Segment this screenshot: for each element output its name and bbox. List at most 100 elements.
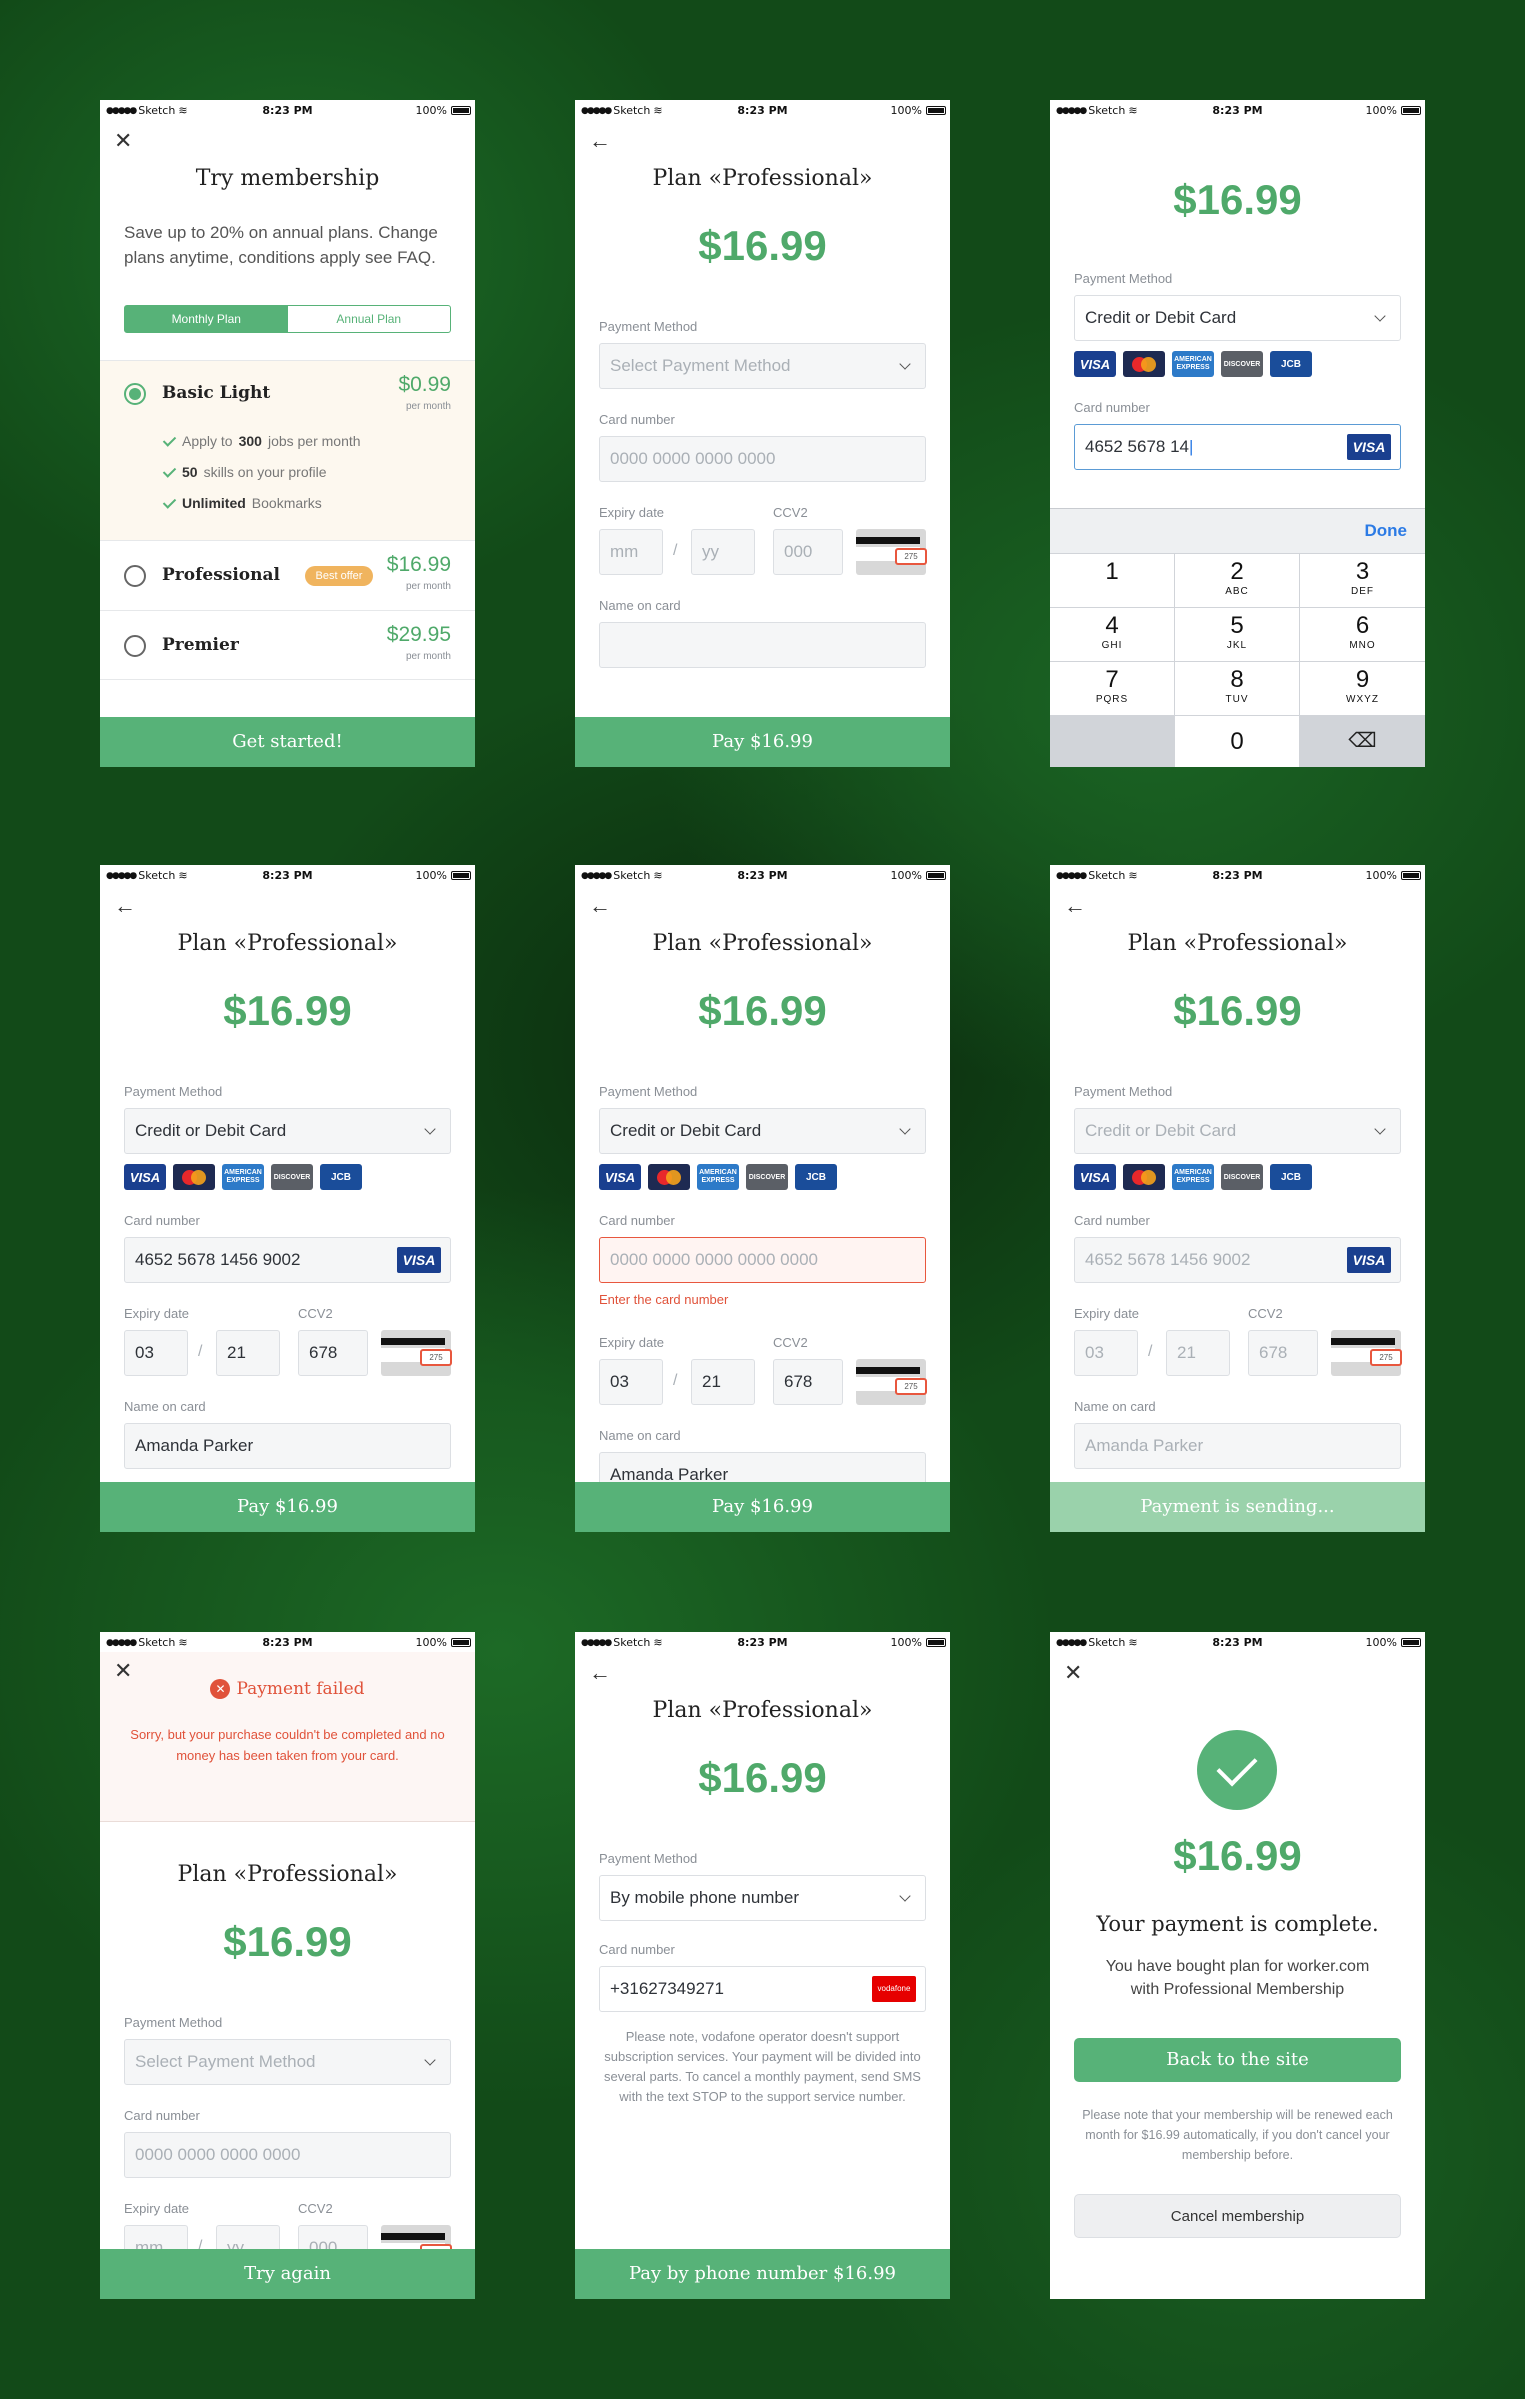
- radio-basic-light[interactable]: [124, 383, 146, 405]
- battery-icon: [1401, 106, 1421, 115]
- name-on-card-input[interactable]: Amanda Parker: [124, 1423, 451, 1469]
- payment-method-label: Payment Method: [124, 2015, 223, 2030]
- key-0[interactable]: 0: [1175, 716, 1299, 767]
- screen-card-entry-keyboard: Plan «Professional» ●●●●●Sketch≋8:23 PM1…: [1050, 100, 1425, 767]
- best-offer-badge: Best offer: [305, 566, 373, 586]
- payment-method-select[interactable]: Credit or Debit Card: [124, 1108, 451, 1154]
- pay-button[interactable]: Pay $16.99: [100, 1482, 475, 1532]
- card-back-icon: 275: [856, 529, 927, 575]
- screen-card-filled: ●●●●● Sketch ≋ 8:23 PM 100% ← Plan «Professi…: [100, 865, 475, 1532]
- card-number-label: Card number: [124, 2108, 200, 2123]
- membership-description: Save up to 20% on annual plans. Change p…: [124, 223, 438, 267]
- payment-method-select[interactable]: Select Payment Method: [599, 343, 926, 389]
- date-separator: /: [673, 542, 678, 559]
- expiry-label: Expiry date: [1074, 1306, 1140, 1321]
- key-4[interactable]: 4 GHI: [1050, 608, 1174, 661]
- done-button[interactable]: Done: [1365, 521, 1408, 541]
- key-1[interactable]: 1: [1050, 554, 1174, 607]
- card-back-icon: 275: [381, 1330, 452, 1376]
- key-3[interactable]: 3 DEF: [1300, 554, 1425, 607]
- close-icon[interactable]: ✕: [1064, 1660, 1090, 1686]
- status-bar: ●●●●● Sketch ≋ 8:23 PM 100%: [100, 1632, 475, 1652]
- screen-try-membership: ●●●●● Sketch ≋ 8:23 PM 100% ✕ Try membership…: [100, 100, 475, 767]
- card-number-label: Card number: [599, 1942, 675, 1957]
- expiry-year-input[interactable]: 21: [691, 1359, 755, 1405]
- expiry-year-input[interactable]: yy: [691, 529, 755, 575]
- plan-basic-light[interactable]: Basic Light $0.99 per month Apply to 300 j…: [100, 360, 475, 540]
- back-arrow-icon[interactable]: ←: [589, 1660, 615, 1686]
- back-arrow-icon[interactable]: ←: [589, 128, 615, 154]
- screen-card-error: ●●●●● Sketch ≋ 8:23 PM 100% ← Plan «Professi…: [575, 865, 950, 1532]
- plan-period-toggle: Monthly Plan Annual Plan: [124, 305, 451, 333]
- ccv-label: CCV2: [298, 2201, 333, 2216]
- page-title: Plan «Professional»: [177, 931, 398, 956]
- plan-price: $16.99: [223, 987, 352, 1034]
- ccv-input: 678: [1248, 1330, 1318, 1376]
- key-9[interactable]: 9 WXYZ: [1300, 662, 1425, 715]
- name-on-card-input[interactable]: [599, 622, 926, 668]
- backspace-icon[interactable]: ⌫: [1300, 716, 1425, 767]
- tab-monthly-plan[interactable]: Monthly Plan: [125, 306, 288, 332]
- payment-method-select[interactable]: By mobile phone number: [599, 1875, 926, 1921]
- payment-method-select[interactable]: Select Payment Method: [124, 2039, 451, 2085]
- back-arrow-icon[interactable]: ←: [114, 893, 140, 919]
- key-6[interactable]: 6 MNO: [1300, 608, 1425, 661]
- back-to-site-button[interactable]: Back to the site: [1074, 2038, 1401, 2082]
- status-bar: ●●●●● Sketch ≋ 8:23 PM 100%: [100, 100, 475, 120]
- close-icon[interactable]: ✕: [114, 1658, 140, 1684]
- expiry-label: Expiry date: [599, 1335, 665, 1350]
- mastercard-icon: [1123, 1164, 1165, 1190]
- back-arrow-icon[interactable]: ←: [589, 893, 615, 919]
- vodafone-note: Please note, vodafone operator doesn't s…: [604, 2029, 921, 2104]
- pay-button[interactable]: Pay $16.99: [575, 1482, 950, 1532]
- payment-method-label: Payment Method: [599, 319, 698, 334]
- expiry-year-input[interactable]: 21: [216, 1330, 280, 1376]
- radio-professional[interactable]: [124, 565, 146, 587]
- radio-premier[interactable]: [124, 635, 146, 657]
- tab-annual-plan[interactable]: Annual Plan: [288, 306, 451, 332]
- plan-professional[interactable]: Professional Best offer $16.99 per month: [100, 540, 475, 610]
- pay-button[interactable]: Pay $16.99: [575, 717, 950, 767]
- key-8[interactable]: 8 TUV: [1175, 662, 1299, 715]
- ccv-input[interactable]: 000: [773, 529, 843, 575]
- expiry-month-input[interactable]: mm: [599, 529, 663, 575]
- cancel-membership-button[interactable]: Cancel membership: [1074, 2194, 1401, 2238]
- back-arrow-icon[interactable]: ←: [1064, 893, 1090, 919]
- card-number-input[interactable]: 0000 0000 0000 0000: [124, 2132, 451, 2178]
- page-title: Plan «Professional»: [652, 931, 873, 956]
- ccv-input[interactable]: 678: [773, 1359, 843, 1405]
- card-back-icon: 275: [856, 1359, 927, 1405]
- payment-method-label: Payment Method: [599, 1084, 698, 1099]
- page-title: Try membership: [195, 166, 380, 191]
- plan-price: $16.99: [1173, 1832, 1302, 1879]
- amex-icon: AMERICAN EXPRESS: [222, 1164, 264, 1190]
- purchase-description: You have bought plan for worker.com with…: [1105, 1958, 1370, 1998]
- plan-premier[interactable]: Premier $29.95 per month: [100, 610, 475, 680]
- close-icon[interactable]: ✕: [114, 128, 140, 154]
- key-5[interactable]: 5 JKL: [1175, 608, 1299, 661]
- key-7[interactable]: 7 PQRS: [1050, 662, 1174, 715]
- success-check-icon: [1197, 1730, 1277, 1810]
- card-number-input[interactable]: 0000 0000 0000 0000 0000: [599, 1237, 926, 1283]
- expiry-month-input[interactable]: 03: [124, 1330, 188, 1376]
- ccv-input[interactable]: 678: [298, 1330, 368, 1376]
- key-2[interactable]: 2 ABC: [1175, 554, 1299, 607]
- error-icon: ✕: [210, 1679, 231, 1699]
- payment-method-label: Payment Method: [1074, 271, 1173, 286]
- payment-method-select[interactable]: Credit or Debit Card: [599, 1108, 926, 1154]
- get-started-button[interactable]: Get started!: [100, 717, 475, 767]
- try-again-button[interactable]: Try again: [100, 2249, 475, 2299]
- card-number-input[interactable]: 0000 0000 0000 0000: [599, 436, 926, 482]
- visa-icon: VISA: [1074, 351, 1116, 377]
- plan-price: $16.99: [1173, 987, 1302, 1034]
- expiry-month-input[interactable]: 03: [599, 1359, 663, 1405]
- pay-by-phone-button[interactable]: Pay by phone number $16.99: [575, 2249, 950, 2299]
- visa-icon: VISA: [1074, 1164, 1116, 1190]
- discover-icon: DISCOVER: [1221, 1164, 1263, 1190]
- check-icon: [162, 496, 176, 510]
- payment-method-select[interactable]: Credit or Debit Card: [1074, 295, 1401, 341]
- error-banner: ✕ Payment failed Sorry, but your purchase…: [100, 1652, 475, 1822]
- card-back-icon: 275: [1331, 1330, 1402, 1376]
- payment-method-label: Payment Method: [1074, 1084, 1173, 1099]
- name-on-card-input: Amanda Parker: [1074, 1423, 1401, 1469]
